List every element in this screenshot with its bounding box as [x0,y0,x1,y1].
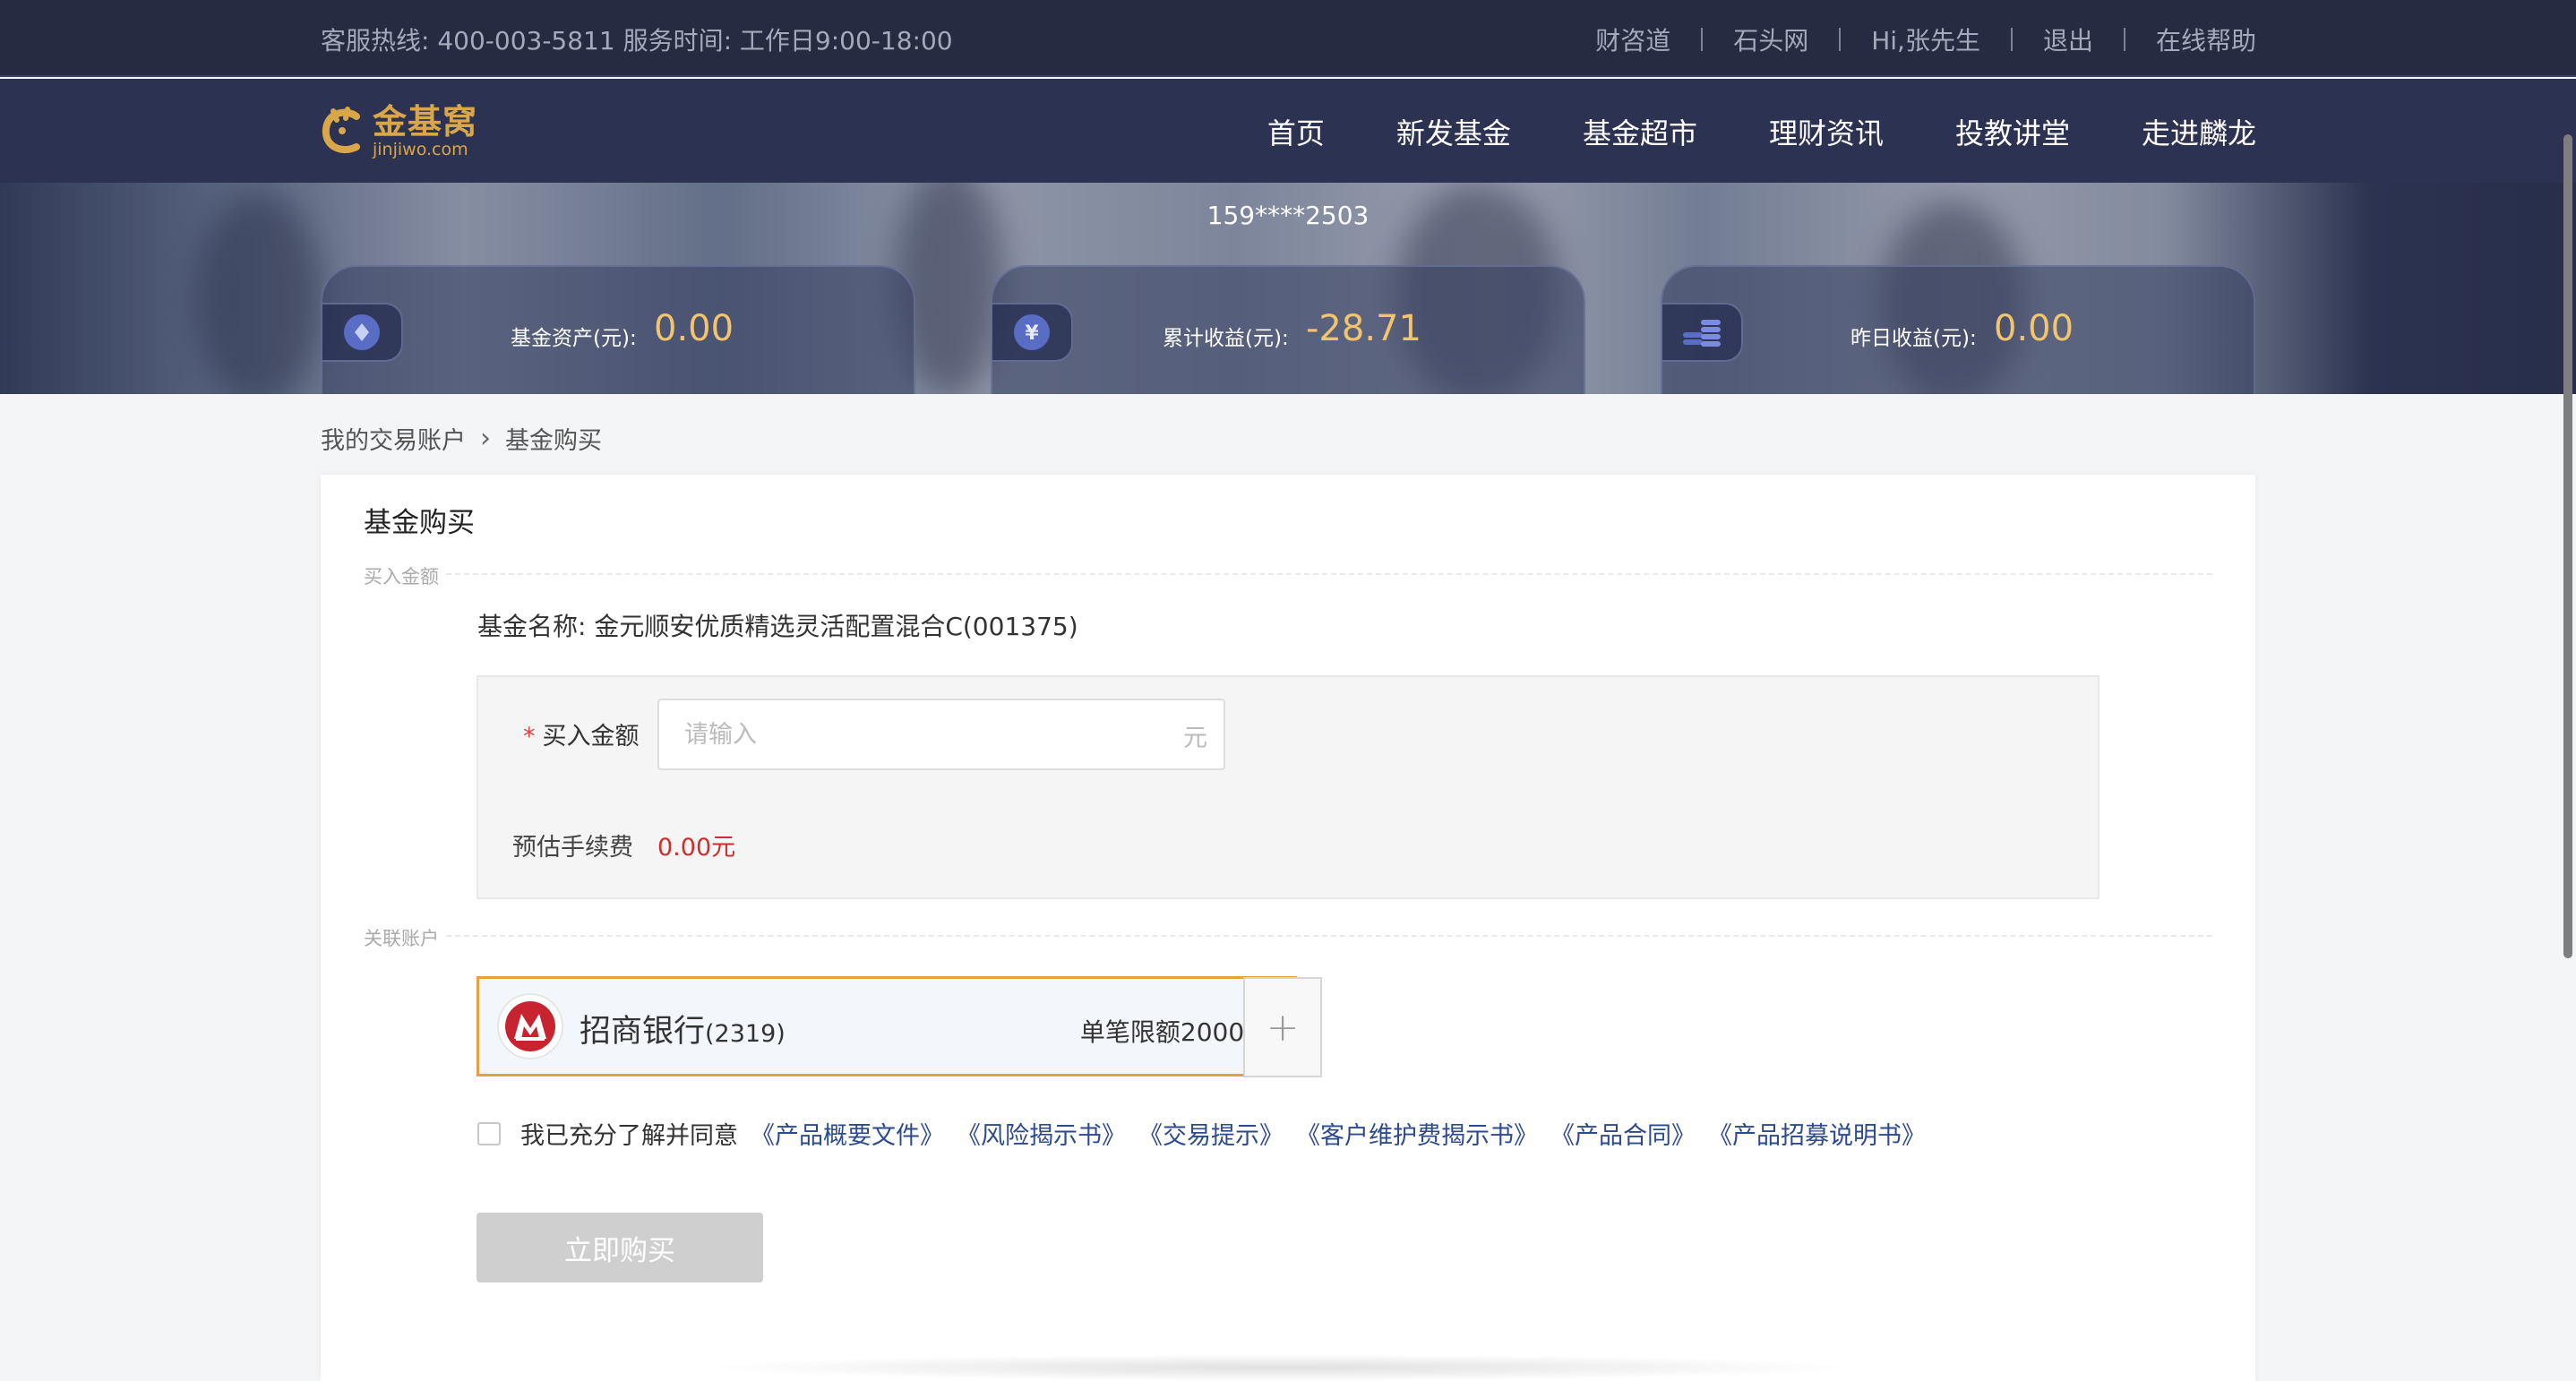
doc-link-product-contract[interactable]: 《产品合同》 [1550,1116,1696,1151]
divider [2010,28,2013,51]
nav-investor-education[interactable]: 投教讲堂 [1955,111,2070,152]
section-header-amount: 买入金额 [364,562,2212,589]
dashed-divider [446,573,2212,575]
nav-home[interactable]: 首页 [1267,111,1325,152]
bank-name: 招商银行(2319) [580,1006,786,1051]
dashed-divider [446,935,2212,937]
stat-label: 累计收益(元): [1163,327,1289,350]
agreement-row: 我已充分了解并同意 《产品概要文件》 《风险揭示书》 《交易提示》 《客户维护费… [477,1116,1938,1151]
add-bank-card-button[interactable]: + [1243,977,1322,1077]
page-title: 基金购买 [364,507,475,539]
buy-now-button[interactable]: 立即购买 [477,1213,763,1282]
amount-input-box[interactable]: 元 [657,699,1225,770]
section-label: 关联账户 [364,924,446,951]
divider [1839,28,1842,51]
diamond-icon [322,303,403,362]
agree-text: 我已充分了解并同意 [520,1122,738,1150]
amount-unit: 元 [1183,725,1207,752]
stat-value: -28.71 [1306,308,1421,349]
user-greeting[interactable]: Hi,张先生 [1871,21,1980,57]
nav-fund-market[interactable]: 基金超市 [1583,111,1697,152]
stat-label: 昨日收益(元): [1850,327,1977,350]
nav-menu: 首页 新发基金 基金超市 理财资讯 投教讲堂 走进麟龙 [1196,111,2256,152]
bank-card-option[interactable]: 招商银行(2319) 单笔限额20000元 [477,976,1297,1076]
chevron-right-icon: › [480,423,491,454]
fee-value: 0.00元 [657,834,736,862]
required-asterisk: * [523,723,536,751]
stat-cumulative-income: ¥ 累计收益(元): -28.71 [991,265,1585,394]
doc-link-trade-tips[interactable]: 《交易提示》 [1138,1116,1284,1151]
stat-label: 基金资产(元): [511,327,637,350]
coin-stack-icon [1662,303,1743,362]
agree-checkbox[interactable] [477,1121,501,1145]
stat-fund-assets: 基金资产(元): 0.00 [321,265,915,394]
stat-value: 0.00 [1994,308,2074,349]
top-bar: 客服热线: 400-003-5811 服务时间: 工作日9:00-18:00 财… [0,0,2576,77]
fee-label: 预估手续费 [512,834,633,862]
main-nav-bar: 金基窝 jinjiwo.com 首页 新发基金 基金超市 理财资讯 投教讲堂 走… [0,79,2576,183]
section-label: 买入金额 [364,562,446,589]
amount-input[interactable] [684,716,1150,752]
fund-name: 基金名称: 金元顺安优质精选灵活配置混合C(001375) [477,612,1078,641]
logo-mark-icon [321,106,365,158]
online-help-link[interactable]: 在线帮助 [2156,21,2256,57]
breadcrumb: 我的交易账户 › 基金购买 [321,421,602,456]
scrollbar-thumb[interactable] [2563,134,2572,958]
account-banner: 159****2503 基金资产(元): 0.00 ¥ 累计收益(元): -28… [0,183,2576,394]
nav-new-funds[interactable]: 新发基金 [1396,111,1511,152]
amount-label-text: 买入金额 [542,723,640,751]
amount-panel: *买入金额 元 预估手续费 0.00元 [477,675,2099,899]
divider [1701,28,1704,51]
breadcrumb-current: 基金购买 [505,427,602,455]
purchase-card: 基金购买 买入金额 基金名称: 金元顺安优质精选灵活配置混合C(001375) … [321,475,2255,1381]
link-caizidao[interactable]: 财咨道 [1595,21,1670,57]
breadcrumb-my-account[interactable]: 我的交易账户 [321,421,466,456]
stat-value: 0.00 [654,308,734,349]
doc-link-risk-disclosure[interactable]: 《风险揭示书》 [957,1116,1126,1151]
nav-finance-news[interactable]: 理财资讯 [1769,111,1884,152]
doc-link-maintenance-fee[interactable]: 《客户维护费揭示书》 [1296,1116,1538,1151]
nav-about[interactable]: 走进麟龙 [2142,111,2256,152]
link-shitouwang[interactable]: 石头网 [1733,21,1808,57]
bottom-shadow [699,1354,1863,1381]
doc-link-product-summary[interactable]: 《产品概要文件》 [751,1116,944,1151]
doc-link-prospectus[interactable]: 《产品招募说明书》 [1708,1116,1926,1151]
service-hotline: 客服热线: 400-003-5811 服务时间: 工作日9:00-18:00 [321,26,953,56]
bank-name-text: 招商银行 [580,1014,706,1050]
section-header-account: 关联账户 [364,924,2212,951]
bank-card-last4: (2319) [705,1020,786,1048]
account-phone: 159****2503 [1206,201,1370,230]
logo-name: 金基窝 [373,102,478,142]
amount-label: * 买入金额 [523,716,640,751]
divider [2123,28,2125,51]
top-links: 财咨道 石头网 Hi,张先生 退出 在线帮助 [1595,21,2256,57]
svg-text:¥: ¥ [1025,322,1039,345]
logo-domain: jinjiwo.com [373,140,468,159]
yen-coin-icon: ¥ [992,303,1073,362]
site-logo[interactable]: 金基窝 jinjiwo.com [321,104,477,159]
page-scrollbar[interactable] [2560,134,2576,958]
cmb-bank-logo-icon [497,993,563,1059]
logout-link[interactable]: 退出 [2043,21,2093,57]
stat-yesterday-income: 昨日收益(元): 0.00 [1661,265,2255,394]
